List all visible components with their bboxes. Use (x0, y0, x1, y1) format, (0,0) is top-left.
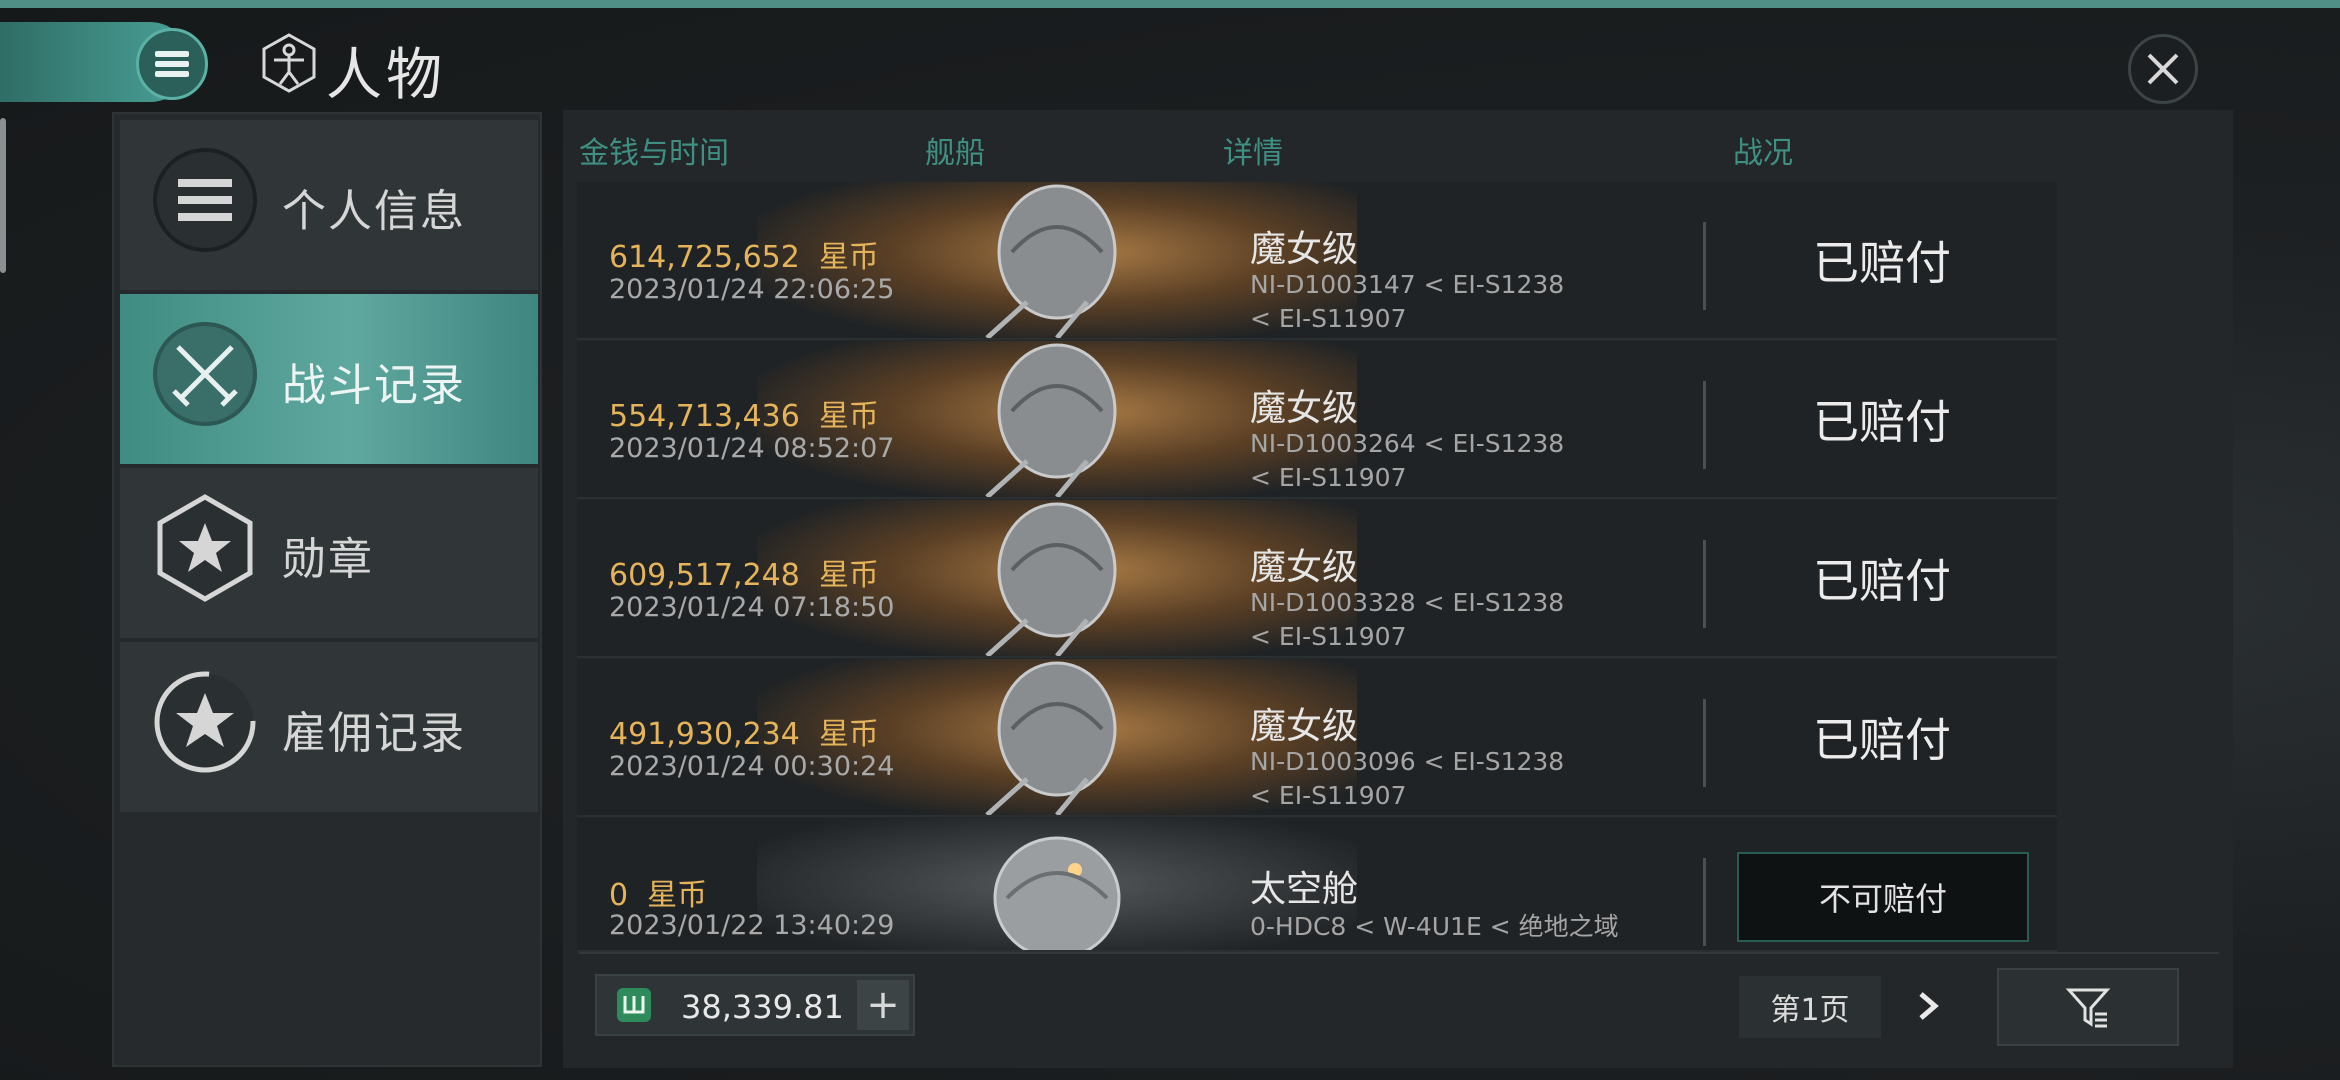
table-row[interactable]: 491,930,234 星币 2023/01/24 00:30:24 魔女级 N… (577, 659, 2057, 817)
divider (1703, 222, 1706, 310)
ship-class: 魔女级 (1250, 706, 1359, 747)
hamburger-icon (155, 51, 189, 77)
table-row[interactable]: 554,713,436 星币 2023/01/24 08:52:07 魔女级 N… (577, 341, 2057, 499)
route: NI-D1003147 < EI-S1238 < EI-S11907 (1250, 270, 1565, 333)
amount: 0 星币 (609, 878, 708, 913)
close-button[interactable] (2128, 34, 2198, 104)
ship-class: 太空舱 (1250, 869, 1359, 910)
amount: 554,713,436 星币 (609, 399, 879, 434)
amount: 491,930,234 星币 (609, 717, 879, 752)
timestamp: 2023/01/24 07:18:50 (609, 592, 895, 623)
sidebar-item-label: 雇佣记录 (282, 708, 466, 759)
status-label: 已赔付 (1813, 395, 1951, 449)
add-currency-button[interactable]: + (857, 980, 909, 1030)
menu-button[interactable] (136, 28, 208, 100)
status-label: 已赔付 (1813, 554, 1951, 608)
chevron-right-icon (1919, 992, 1939, 1020)
route: 0-HDC8 < W-4U1E < 绝地之域 (1250, 912, 1619, 941)
status-label: 已赔付 (1813, 713, 1951, 767)
top-bar: 人物 (0, 8, 2340, 108)
column-header-details: 详情 (1223, 136, 1283, 171)
records-panel: 金钱与时间 舰船 详情 战况 614,725,652 星币 2023/01/24… (563, 110, 2233, 1068)
sidebar-item-label: 勋章 (282, 534, 374, 585)
filter-button[interactable] (1997, 968, 2179, 1046)
star-wreath-icon (154, 671, 256, 773)
column-header-ship: 舰船 (925, 136, 985, 171)
ship-class: 魔女级 (1250, 547, 1359, 588)
sidebar-item-medals[interactable]: 勋章 (120, 468, 538, 638)
footer-bar: 38,339.81 + 第1页 (579, 952, 2219, 1060)
column-header-money-time: 金钱与时间 (579, 136, 729, 171)
table-row[interactable]: 0 星币 2023/01/22 13:40:29 太空舱 0-HDC8 < W-… (577, 818, 2057, 952)
timestamp: 2023/01/24 08:52:07 (609, 433, 895, 464)
wallet-balance: 38,339.81 (681, 988, 844, 1026)
sidebar-item-battle-records[interactable]: 战斗记录 (120, 294, 538, 464)
sidebar-item-personal-info[interactable]: 个人信息 (120, 120, 538, 290)
scrollbar[interactable] (0, 118, 6, 273)
divider (1703, 381, 1706, 469)
ship-class: 魔女级 (1250, 229, 1359, 270)
star-badge-icon (157, 494, 253, 602)
close-icon (2147, 53, 2179, 85)
currency-icon (617, 988, 651, 1022)
page-title: 人物 (326, 43, 446, 108)
top-accent-line (0, 0, 2340, 8)
character-icon (262, 33, 316, 93)
table-row[interactable]: 609,517,248 星币 2023/01/24 07:18:50 魔女级 N… (577, 500, 2057, 658)
status-label: 已赔付 (1813, 236, 1951, 290)
wallet: 38,339.81 + (595, 974, 915, 1036)
divider (1703, 540, 1706, 628)
route: NI-D1003264 < EI-S1238 < EI-S11907 (1250, 429, 1565, 492)
next-page-button[interactable] (1909, 978, 1949, 1034)
divider (1703, 858, 1706, 946)
timestamp: 2023/01/24 22:06:25 (609, 274, 895, 305)
list-icon (153, 148, 257, 252)
column-header-status: 战况 (1733, 136, 1793, 171)
timestamp: 2023/01/24 00:30:24 (609, 751, 895, 782)
table-row[interactable]: 614,725,652 星币 2023/01/24 22:06:25 魔女级 N… (577, 182, 2057, 340)
sidebar-item-hire-records[interactable]: 雇佣记录 (120, 642, 538, 812)
sidebar: 个人信息 战斗记录 勋章 雇佣记录 (112, 112, 542, 1067)
amount: 609,517,248 星币 (609, 558, 879, 593)
divider (1703, 699, 1706, 787)
sidebar-item-label: 个人信息 (282, 186, 466, 237)
filter-icon (2065, 988, 2111, 1028)
route: NI-D1003096 < EI-S1238 < EI-S11907 (1250, 747, 1565, 810)
route: NI-D1003328 < EI-S1238 < EI-S11907 (1250, 588, 1565, 651)
crossed-swords-icon (153, 322, 257, 426)
sidebar-item-label: 战斗记录 (282, 360, 466, 411)
status-badge: 不可赔付 (1737, 852, 2029, 942)
amount: 614,725,652 星币 (609, 240, 879, 275)
page-indicator[interactable]: 第1页 (1739, 976, 1881, 1038)
ship-class: 魔女级 (1250, 388, 1359, 429)
timestamp: 2023/01/22 13:40:29 (609, 910, 895, 941)
